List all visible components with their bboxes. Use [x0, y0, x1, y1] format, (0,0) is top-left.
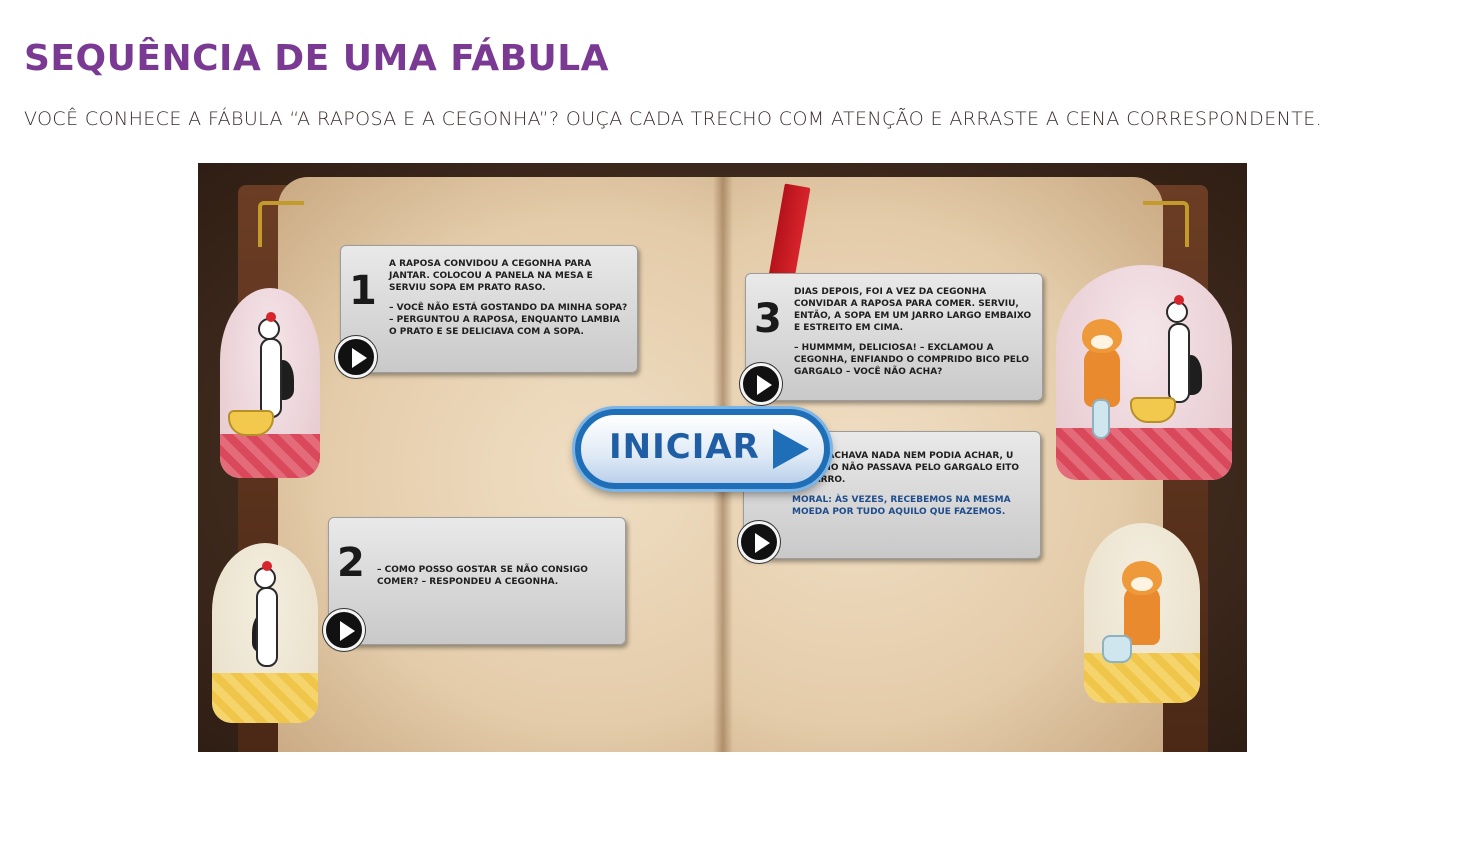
soup-pot — [228, 410, 274, 436]
stork-hat — [262, 561, 272, 571]
card-paragraph: – VOCÊ NÃO ESTÁ GOSTANDO DA MINHA SOPA? … — [389, 303, 628, 337]
start-button-label: INICIAR — [609, 427, 760, 467]
scene-fox-and-stork[interactable] — [1056, 265, 1232, 480]
yellow-table — [212, 673, 318, 723]
play-audio-button-2[interactable] — [323, 609, 365, 651]
play-audio-button-1[interactable] — [335, 336, 377, 378]
story-card-1[interactable]: 1 A RAPOSA CONVIDOU A CEGONHA PARA JANTA… — [340, 245, 638, 373]
card-number: 3 — [754, 296, 782, 342]
gold-corner-right — [1143, 201, 1189, 247]
fox-figure — [1084, 347, 1120, 407]
stork-hat — [1174, 295, 1184, 305]
play-arrow-icon — [773, 429, 809, 469]
narrow-jar — [1092, 399, 1110, 439]
scene-fox-yellow-table[interactable] — [1084, 523, 1200, 703]
card-paragraph: DIAS DEPOIS, FOI A VEZ DA CEGONHA CONVID… — [794, 287, 1032, 333]
start-button[interactable]: INICIAR — [575, 409, 830, 489]
red-table — [1056, 428, 1232, 480]
narrow-jar — [1102, 635, 1132, 663]
stork-hat — [266, 312, 276, 322]
card-number: 2 — [337, 540, 365, 586]
play-audio-button-4[interactable] — [738, 521, 780, 563]
scene-stork-red-table[interactable] — [220, 288, 320, 478]
card-text: A RAPOSA CONVIDOU A CEGONHA PARA JANTAR.… — [389, 258, 629, 338]
card-text: DIAS DEPOIS, FOI A VEZ DA CEGONHA CONVID… — [794, 286, 1034, 378]
play-audio-button-3[interactable] — [740, 363, 782, 405]
stork-figure — [256, 587, 278, 667]
story-card-3[interactable]: 3 DIAS DEPOIS, FOI A VEZ DA CEGONHA CONV… — [745, 273, 1043, 401]
fox-face — [1091, 335, 1113, 349]
card-moral: MORAL: ÀS VEZES, RECEBEMOS NA MESMA MOED… — [792, 495, 1011, 517]
card-paragraph: A RAPOSA CONVIDOU A CEGONHA PARA JANTAR.… — [389, 259, 593, 293]
red-table — [220, 434, 320, 478]
gold-corner-left — [258, 201, 304, 247]
card-text: – COMO POSSO GOSTAR SE NÃO CONSIGO COMER… — [377, 564, 617, 588]
yellow-table — [1084, 653, 1200, 703]
fox-face — [1131, 577, 1153, 591]
story-card-2[interactable]: 2 – COMO POSSO GOSTAR SE NÃO CONSIGO COM… — [328, 517, 626, 645]
stork-figure — [260, 338, 282, 418]
page-title: SEQUÊNCIA DE UMA FÁBULA — [24, 38, 610, 79]
card-number: 1 — [349, 268, 377, 314]
instructions: VOCÊ CONHECE A FÁBULA “A RAPOSA E A CEGO… — [24, 108, 1323, 130]
soup-pot — [1130, 397, 1176, 423]
fable-game[interactable]: 1 A RAPOSA CONVIDOU A CEGONHA PARA JANTA… — [198, 163, 1247, 752]
scene-stork-yellow-table[interactable] — [212, 543, 318, 723]
card-paragraph: – COMO POSSO GOSTAR SE NÃO CONSIGO COMER… — [377, 565, 588, 587]
stork-figure — [1168, 323, 1190, 403]
card-paragraph: – HUMMMM, DELICIOSA! – EXCLAMOU A CEGONH… — [794, 343, 1030, 377]
